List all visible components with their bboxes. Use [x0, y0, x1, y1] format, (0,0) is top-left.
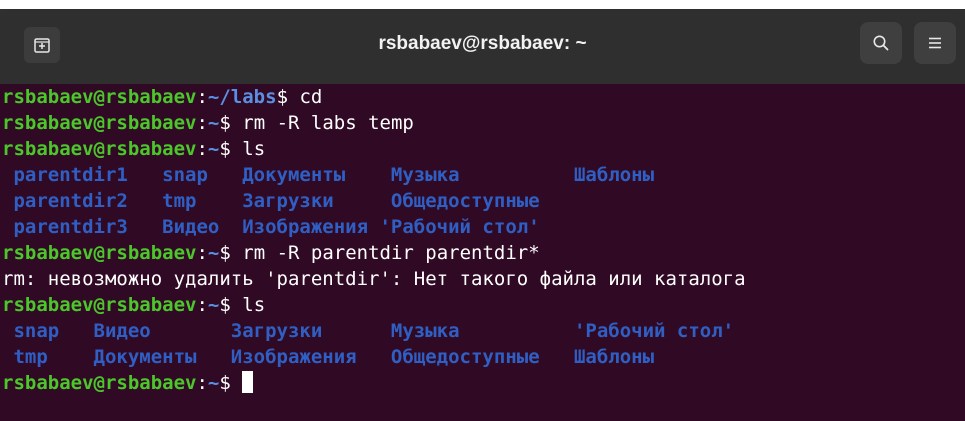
command-text: ls — [242, 138, 266, 160]
directory-listing-line: parentdir3 Видео Изображения 'Рабочий ст… — [2, 216, 540, 238]
menu-button[interactable] — [914, 22, 956, 64]
directory-listing-line: snap Видео Загрузки Музыка 'Рабочий стол… — [2, 320, 735, 342]
prompt-path: ~ — [207, 112, 220, 134]
window-title: rsbabaev@rsbabaev: ~ — [378, 33, 587, 54]
directory-listing-line: parentdir2 tmp Загрузки Общедоступные — [2, 190, 540, 212]
prompt-user: rsbabaev@rsbabaev — [2, 138, 197, 160]
prompt-path: ~/labs — [207, 86, 277, 108]
terminal-window: rsbabaev@rsbabaev: ~ rsbabaev@rsbabaev:~… — [0, 0, 965, 421]
title-bar: rsbabaev@rsbabaev: ~ — [0, 0, 965, 84]
error-output-line: rm: невозможно удалить 'parentdir': Нет … — [2, 268, 746, 290]
prompt-path: ~ — [207, 372, 220, 394]
search-button[interactable] — [860, 22, 902, 64]
text-cursor — [242, 371, 254, 393]
terminal-output[interactable]: rsbabaev@rsbabaev:~/labs$ cd rsbabaev@rs… — [0, 84, 965, 421]
terminal-line: rsbabaev@rsbabaev:~/labs$ cd — [2, 86, 323, 108]
prompt-path: ~ — [207, 294, 220, 316]
prompt-path: ~ — [207, 138, 220, 160]
terminal-line: rsbabaev@rsbabaev:~$ rm -R parentdir par… — [2, 242, 540, 264]
prompt-user: rsbabaev@rsbabaev — [2, 112, 197, 134]
hamburger-menu-icon — [929, 37, 941, 49]
prompt-user: rsbabaev@rsbabaev — [2, 294, 197, 316]
command-text: rm -R parentdir parentdir* — [242, 242, 540, 264]
command-text: ls — [242, 294, 266, 316]
terminal-line: rsbabaev@rsbabaev:~$ rm -R labs temp — [2, 112, 414, 134]
terminal-line: rsbabaev@rsbabaev:~$ ls — [2, 138, 266, 160]
directory-listing-line: tmp Документы Изображения Общедоступные … — [2, 346, 655, 368]
terminal-line: rsbabaev@rsbabaev:~$ ls — [2, 294, 266, 316]
terminal-line: rsbabaev@rsbabaev:~$ — [2, 370, 965, 396]
prompt-user: rsbabaev@rsbabaev — [2, 242, 197, 264]
window-edge — [0, 0, 965, 9]
prompt-user: rsbabaev@rsbabaev — [2, 86, 197, 108]
prompt-path: ~ — [207, 242, 220, 264]
command-text: cd — [299, 86, 323, 108]
command-text: rm -R labs temp — [242, 112, 414, 134]
prompt-user: rsbabaev@rsbabaev — [2, 372, 197, 394]
directory-listing-line: parentdir1 snap Документы Музыка Шаблоны — [2, 164, 655, 186]
search-icon — [873, 35, 889, 51]
